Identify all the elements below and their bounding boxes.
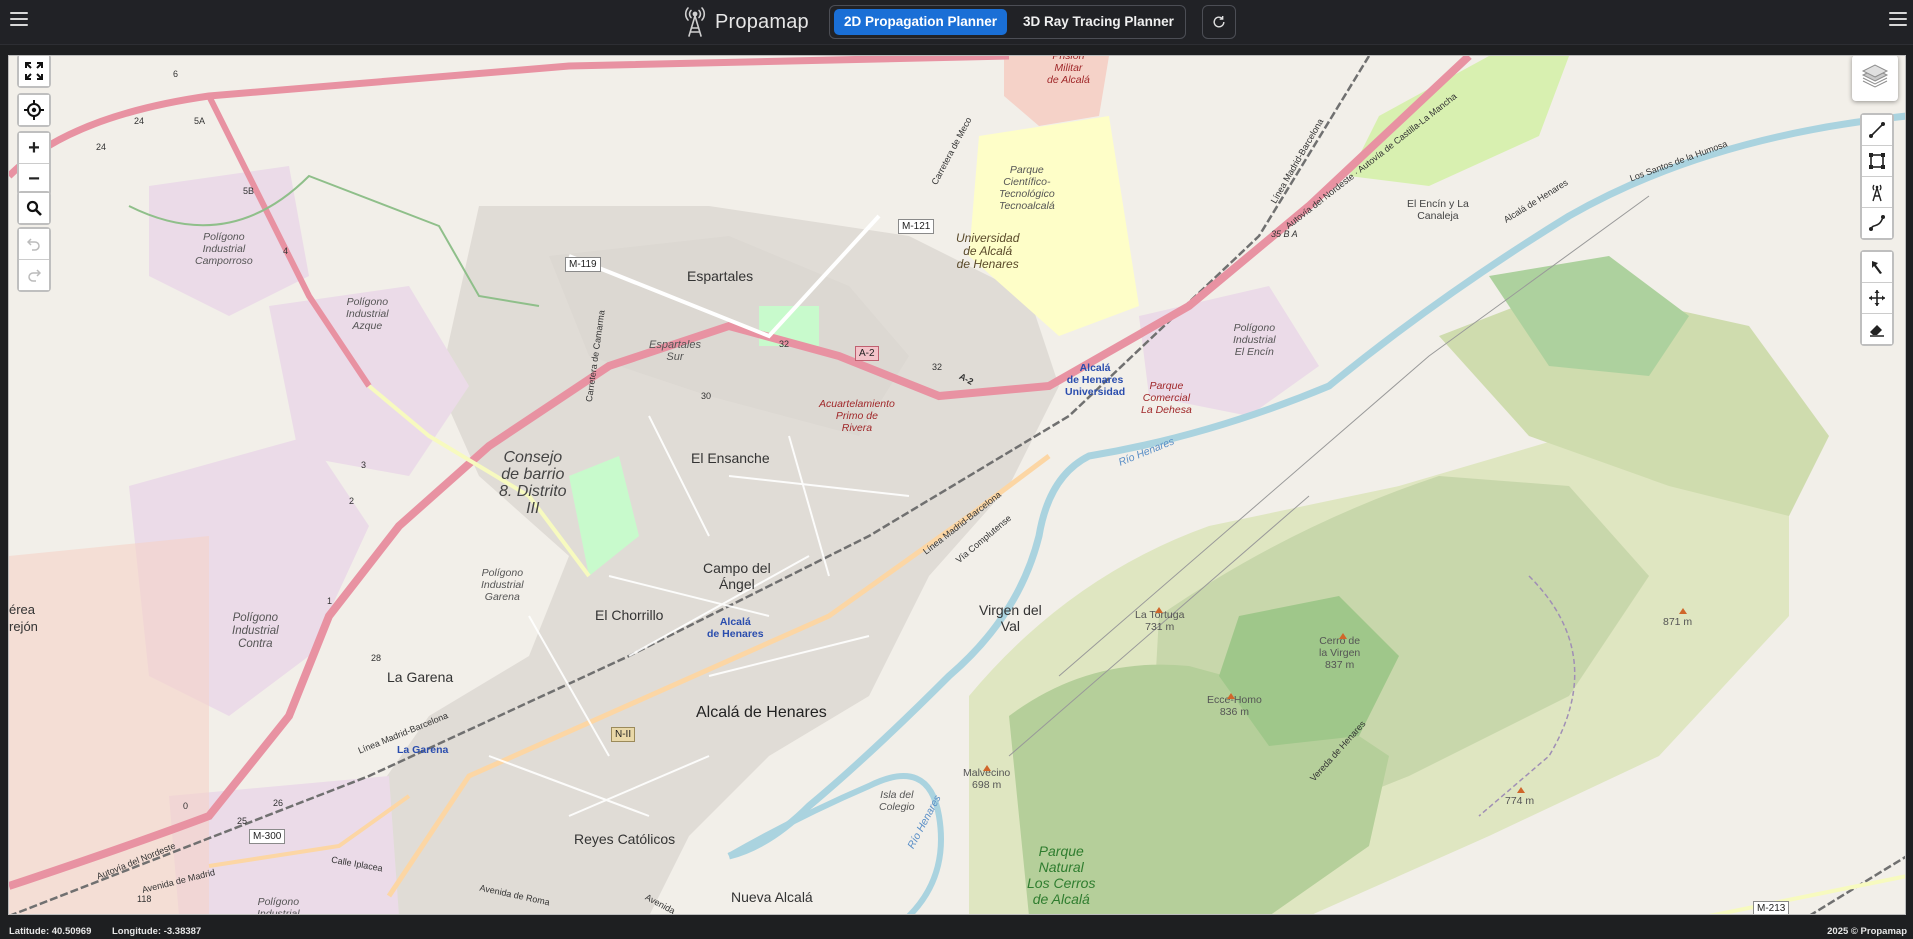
latitude-readout: Latitude: 40.50969: [9, 926, 92, 937]
planner-2d-button[interactable]: 2D Propagation Planner: [834, 9, 1008, 35]
draw-toolbar: [1860, 113, 1894, 240]
redo-button[interactable]: [19, 259, 49, 290]
planner-3d-button[interactable]: 3D Ray Tracing Planner: [1013, 9, 1184, 35]
road-shield-m119: M-119: [565, 257, 601, 272]
road-shield-m300: M-300: [249, 829, 286, 844]
status-bar: Latitude: 40.50969 Longitude: -3.38387 2…: [0, 925, 1913, 939]
path-profile-button[interactable]: [1862, 207, 1892, 238]
polyline-icon: [1869, 122, 1885, 138]
top-bar: Propamap 2D Propagation Planner 3D Ray T…: [0, 0, 1913, 45]
search-icon: [26, 200, 42, 216]
erase-button[interactable]: [1862, 313, 1892, 344]
place-marker-button[interactable]: [1862, 252, 1892, 282]
eraser-icon: [1870, 325, 1884, 337]
fullscreen-button[interactable]: [19, 56, 49, 86]
longitude-readout: Longitude: -3.38387: [112, 926, 202, 937]
redo-icon: [28, 269, 41, 282]
layers-control[interactable]: [1852, 56, 1898, 101]
app-title: Propamap: [715, 10, 809, 33]
road-shield-m121: M-121: [898, 219, 935, 234]
rectangle-icon: [1869, 153, 1885, 169]
hamburger-icon[interactable]: [10, 12, 28, 27]
locate-control: [17, 93, 51, 127]
radio-tower-icon: [684, 7, 706, 37]
move-button[interactable]: [1862, 282, 1892, 313]
road-shield-a2: A-2: [855, 346, 879, 361]
draw-line-button[interactable]: [1862, 115, 1892, 145]
zoom-out-button[interactable]: −: [19, 163, 49, 194]
antenna-button[interactable]: [1862, 176, 1892, 207]
refresh-icon: [1213, 16, 1225, 28]
map-base: [9, 56, 1905, 914]
copyright-text: 2025 © Propamap: [1827, 926, 1907, 937]
road-shield-n2: N-II: [611, 727, 636, 742]
search-control: [17, 191, 51, 225]
search-button[interactable]: [19, 193, 49, 223]
locate-button[interactable]: [19, 95, 49, 125]
right-menu-icon[interactable]: [1889, 12, 1907, 27]
refresh-button[interactable]: [1202, 5, 1236, 39]
draw-rectangle-button[interactable]: [1862, 145, 1892, 176]
layers-icon: [1861, 64, 1889, 88]
move-icon: [1869, 290, 1885, 306]
zoom-control: + −: [17, 131, 51, 196]
undo-icon: [27, 238, 40, 251]
brand: Propamap: [683, 4, 809, 40]
map-view[interactable]: Alcalá de Henares Espartales Espartales …: [8, 55, 1906, 915]
zoom-in-button[interactable]: +: [19, 133, 49, 163]
marker-icon: [1872, 261, 1882, 274]
crosshair-icon: [24, 100, 44, 120]
antenna-icon: [1872, 184, 1882, 202]
edit-toolbar: [1860, 250, 1894, 346]
fullscreen-control: [17, 56, 51, 88]
mode-switch: 2D Propagation Planner 3D Ray Tracing Pl…: [829, 5, 1186, 39]
fullscreen-icon: [25, 62, 43, 80]
undo-button[interactable]: [19, 229, 49, 259]
path-icon: [1869, 215, 1885, 231]
road-shield-m213: M-213: [1753, 901, 1790, 914]
history-control: [17, 227, 51, 292]
